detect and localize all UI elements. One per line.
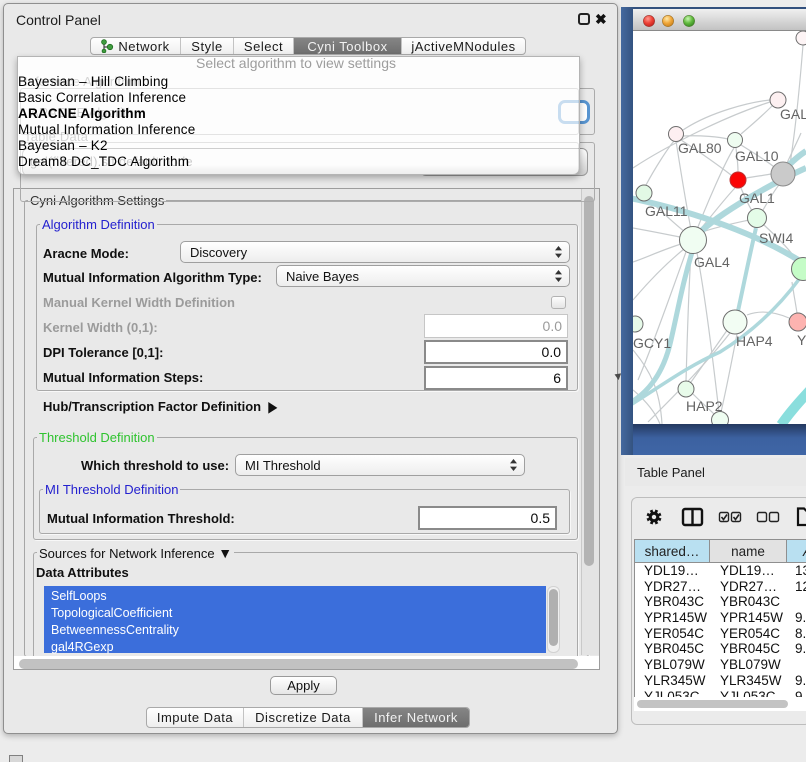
svg-text:GAL10: GAL10 <box>735 148 779 164</box>
svg-text:GAL1: GAL1 <box>739 190 775 206</box>
svg-text:GCY1: GCY1 <box>633 335 671 351</box>
svg-text:GAL4: GAL4 <box>694 254 730 270</box>
svg-text:GAL11: GAL11 <box>645 203 688 219</box>
svg-text:SWI4: SWI4 <box>759 230 793 246</box>
svg-text:HAP2: HAP2 <box>686 398 723 414</box>
svg-text:GAL80: GAL80 <box>678 140 722 156</box>
svg-text:Y: Y <box>797 332 806 348</box>
svg-text:GAL2: GAL2 <box>780 106 806 122</box>
svg-text:HAP4: HAP4 <box>736 333 773 349</box>
